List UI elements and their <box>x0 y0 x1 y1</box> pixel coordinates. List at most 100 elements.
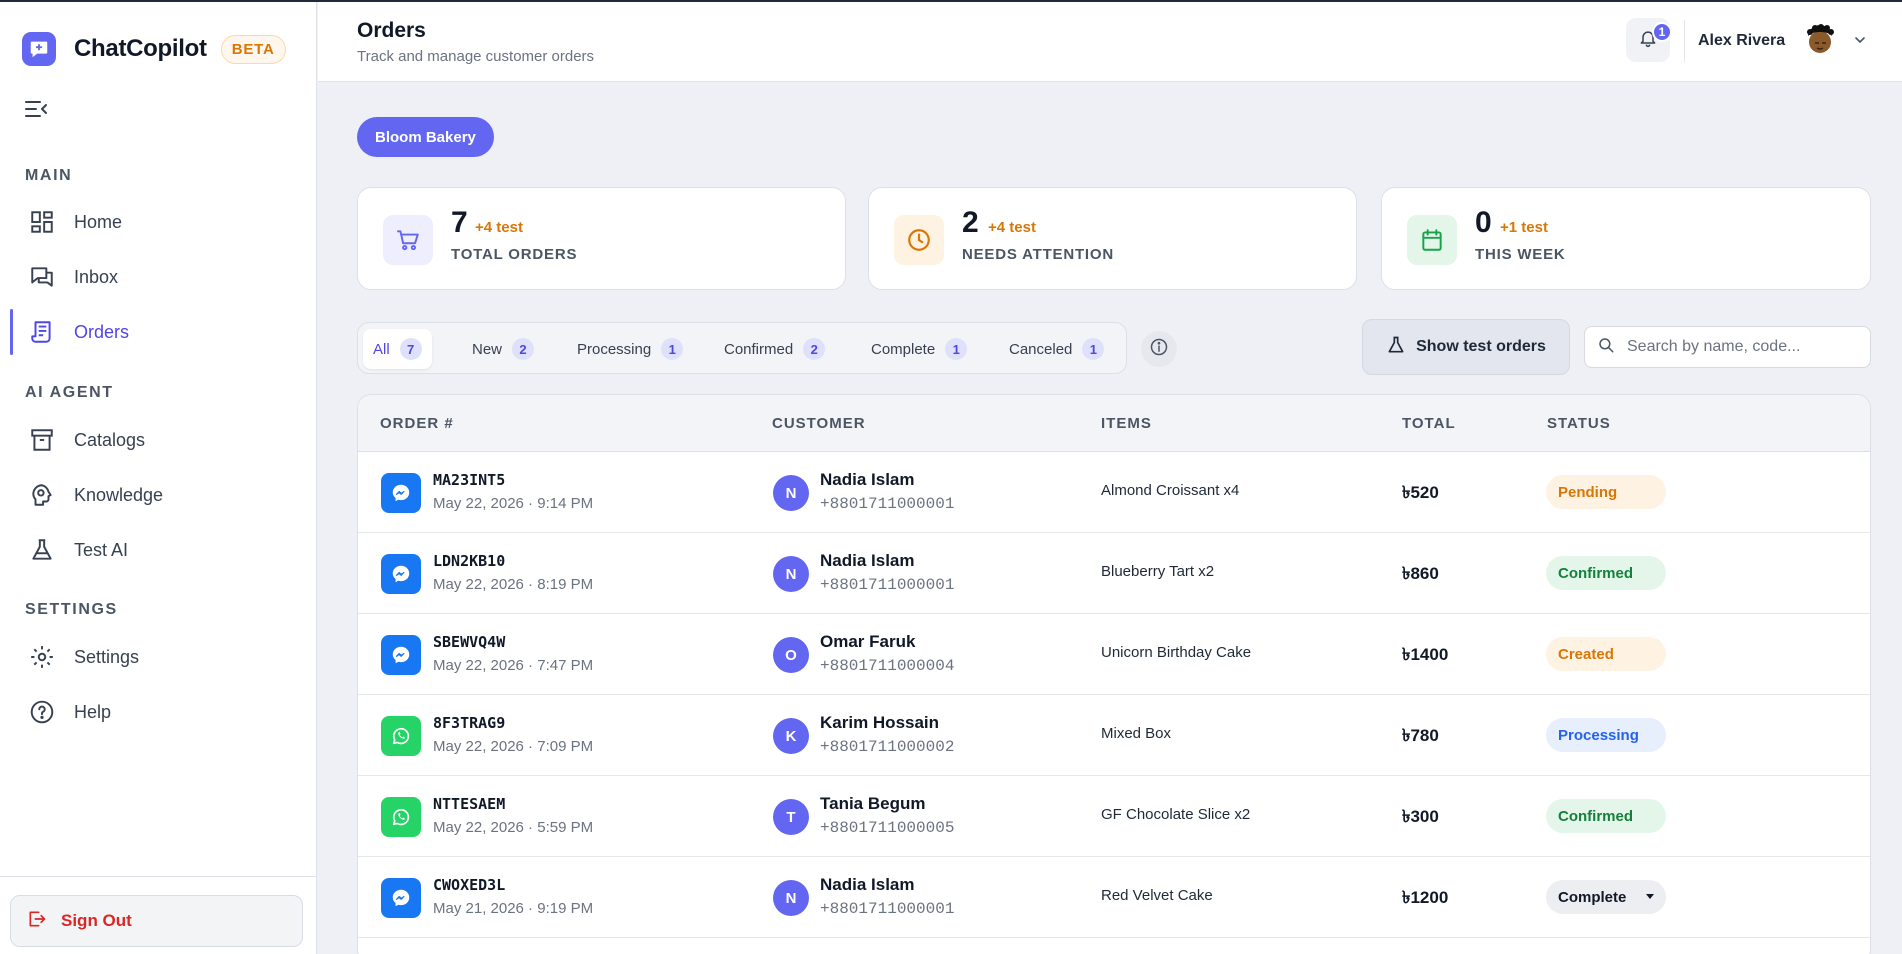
customer-avatar: N <box>773 475 809 511</box>
gear-icon <box>28 643 56 671</box>
sidebar-item-label: Test AI <box>74 539 129 560</box>
sidebar: ChatCopilot BETA MAIN Home Inbox Orders … <box>0 0 317 954</box>
order-items: Almond Croissant x4 <box>1101 482 1240 499</box>
tab-count-badge: 2 <box>512 338 535 360</box>
section-label-main: MAIN <box>25 167 73 184</box>
status-badge: Confirmed <box>1546 556 1666 590</box>
sidebar-item-catalogs[interactable]: Catalogs <box>10 417 307 463</box>
logout-icon <box>27 909 47 934</box>
sidebar-item-inbox[interactable]: Inbox <box>10 254 307 300</box>
stat-value: 0 <box>1475 206 1492 239</box>
collapse-sidebar-icon[interactable] <box>24 98 50 122</box>
column-header-order[interactable]: ORDER # <box>380 415 454 432</box>
customer-name: Nadia Islam <box>820 551 915 570</box>
table-row[interactable]: 8F3TRAG9 May 22, 2026 · 7:09 PM K Karim … <box>358 695 1870 776</box>
column-header-status[interactable]: STATUS <box>1547 415 1611 432</box>
brand[interactable]: ChatCopilot BETA <box>22 32 286 66</box>
sign-out-button[interactable]: Sign Out <box>10 895 303 947</box>
sidebar-item-knowledge[interactable]: Knowledge <box>10 472 307 518</box>
clock-icon <box>894 215 944 265</box>
column-header-customer[interactable]: CUSTOMER <box>772 415 866 432</box>
order-items: Blueberry Tart x2 <box>1101 563 1215 580</box>
sidebar-item-home[interactable]: Home <box>10 199 307 245</box>
stat-test-delta: +4 test <box>988 219 1036 236</box>
chat-logo-icon <box>22 32 56 66</box>
store-selector-button[interactable]: Bloom Bakery <box>357 117 494 157</box>
customer-avatar: K <box>773 718 809 754</box>
sidebar-item-orders[interactable]: Orders <box>10 309 307 355</box>
chat-icon <box>28 263 56 291</box>
customer-name: Nadia Islam <box>820 470 915 489</box>
order-code: NTTESAEM <box>433 795 506 813</box>
tab-canceled[interactable]: Canceled 1 <box>999 329 1114 369</box>
order-code: CWOXED3L <box>433 876 506 894</box>
section-label-settings: SETTINGS <box>25 601 118 618</box>
tab-count-badge: 1 <box>945 338 968 360</box>
stat-test-delta: +1 test <box>1500 219 1548 236</box>
customer-phone: +8801711000001 <box>820 576 955 594</box>
flask-icon <box>28 536 56 564</box>
page-subtitle: Track and manage customer orders <box>357 48 595 65</box>
tab-label: All <box>373 340 390 358</box>
chevron-down-icon[interactable] <box>1852 32 1868 48</box>
search-input[interactable] <box>1627 338 1857 356</box>
sidebar-item-label: Help <box>74 701 112 722</box>
tab-processing[interactable]: Processing 1 <box>567 329 693 369</box>
stat-test-delta: +4 test <box>475 219 523 236</box>
sidebar-item-settings[interactable]: Settings <box>10 634 307 680</box>
status-select[interactable]: Complete <box>1546 880 1666 914</box>
cart-icon <box>383 215 433 265</box>
stat-card-this-week: 0 +1 test THIS WEEK <box>1381 187 1871 290</box>
tab-new[interactable]: New 2 <box>462 329 544 369</box>
sidebar-item-help[interactable]: Help <box>10 689 307 735</box>
status-badge: Created <box>1546 637 1666 671</box>
order-total: ৳300 <box>1402 807 1439 826</box>
customer-name: Karim Hossain <box>820 713 940 732</box>
tab-label: Confirmed <box>724 340 794 358</box>
sidebar-item-test-ai[interactable]: Test AI <box>10 527 307 573</box>
order-items: Unicorn Birthday Cake <box>1101 644 1252 661</box>
notification-count-badge: 1 <box>1652 22 1672 42</box>
status-badge: Confirmed <box>1546 799 1666 833</box>
tab-all[interactable]: All 7 <box>363 329 432 369</box>
customer-phone: +8801711000004 <box>820 657 955 675</box>
tab-count-badge: 1 <box>1082 338 1105 360</box>
avatar[interactable] <box>1802 22 1838 58</box>
notifications-button[interactable]: 1 <box>1626 18 1672 62</box>
order-items: Red Velvet Cake <box>1101 887 1213 904</box>
tab-label: Canceled <box>1009 340 1073 358</box>
messenger-icon <box>381 635 421 675</box>
stat-value: 2 <box>962 206 979 239</box>
show-test-orders-button[interactable]: Show test orders <box>1362 319 1570 375</box>
customer-name: Omar Faruk <box>820 632 916 651</box>
table-row[interactable]: SBEWVQ4W May 22, 2026 · 7:47 PM O Omar F… <box>358 614 1870 695</box>
user-name[interactable]: Alex Rivera <box>1698 32 1785 50</box>
column-header-items[interactable]: ITEMS <box>1101 415 1152 432</box>
order-date: May 22, 2026 · 7:09 PM <box>433 738 594 755</box>
table-row[interactable]: NTTESAEM May 22, 2026 · 5:59 PM T Tania … <box>358 776 1870 857</box>
tab-confirmed[interactable]: Confirmed 2 <box>714 329 835 369</box>
sidebar-item-label: Settings <box>74 646 140 667</box>
messenger-icon <box>381 473 421 513</box>
status-badge: Pending <box>1546 475 1666 509</box>
sidebar-item-label: Knowledge <box>74 484 164 505</box>
table-row[interactable]: MA23INT5 May 22, 2026 · 9:14 PM N Nadia … <box>358 452 1870 533</box>
table-row[interactable]: LDN2KB10 May 22, 2026 · 8:19 PM N Nadia … <box>358 533 1870 614</box>
brand-name: ChatCopilot <box>74 35 207 62</box>
search-icon <box>1597 336 1615 359</box>
customer-phone: +8801711000001 <box>820 495 955 513</box>
tab-complete[interactable]: Complete 1 <box>861 329 977 369</box>
customer-avatar: N <box>773 880 809 916</box>
tab-count-badge: 1 <box>661 338 684 360</box>
order-code: 8F3TRAG9 <box>433 714 506 732</box>
order-date: May 21, 2026 · 9:19 PM <box>433 900 594 917</box>
table-row[interactable]: CWOXED3L May 21, 2026 · 9:19 PM N Nadia … <box>358 857 1870 938</box>
whatsapp-icon <box>381 797 421 837</box>
info-button[interactable] <box>1141 331 1177 367</box>
order-code: SBEWVQ4W <box>433 633 506 651</box>
info-icon <box>1149 337 1169 362</box>
brain-icon <box>28 481 56 509</box>
sidebar-footer: Sign Out <box>0 876 317 947</box>
column-header-total[interactable]: TOTAL <box>1402 415 1456 432</box>
order-items: GF Chocolate Slice x2 <box>1101 806 1251 823</box>
